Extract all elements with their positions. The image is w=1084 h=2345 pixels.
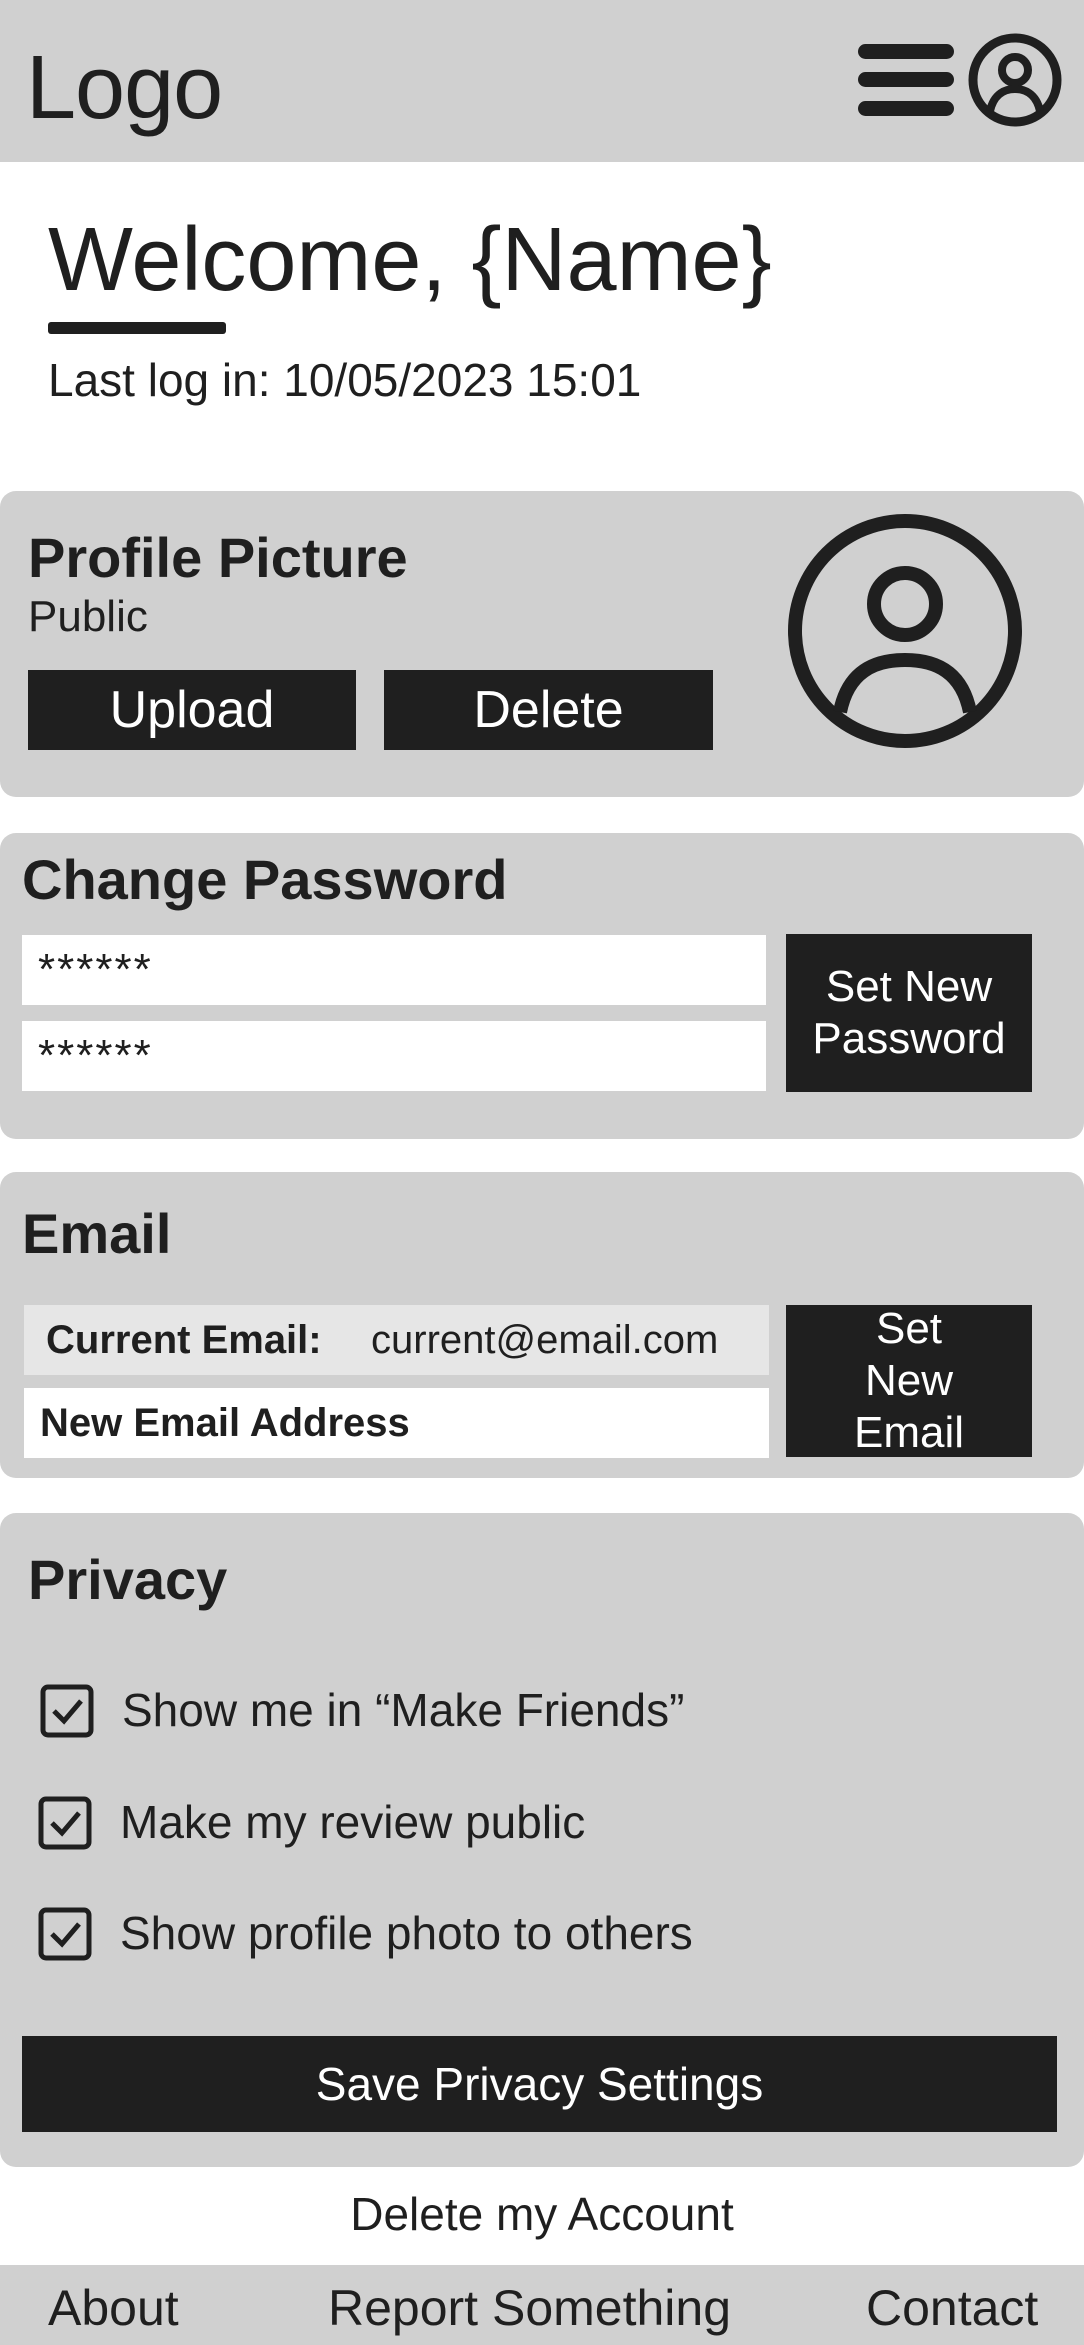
save-privacy-settings-button[interactable]: Save Privacy Settings [22, 2036, 1057, 2132]
delete-account-link[interactable]: Delete my Account [0, 2186, 1084, 2242]
footer-link-report[interactable]: Report Something [328, 2278, 731, 2338]
delete-picture-button[interactable]: Delete [384, 670, 713, 750]
privacy-option-label: Make my review public [120, 1796, 586, 1848]
set-new-email-button[interactable]: Set New Email [786, 1304, 1032, 1457]
confirm-password-field[interactable]: ****** [22, 1021, 766, 1091]
new-password-value: ****** [38, 945, 153, 994]
set-new-password-button[interactable]: Set New Password [786, 934, 1032, 1092]
new-email-input[interactable]: New Email Address [24, 1388, 769, 1458]
welcome-heading: Welcome, {Name} [48, 210, 772, 310]
privacy-option-label: Show profile photo to others [120, 1907, 693, 1959]
new-password-field[interactable]: ****** [22, 935, 766, 1005]
account-icon[interactable] [968, 33, 1062, 127]
current-email-value: current@email.com [371, 1318, 719, 1362]
heading-underline [48, 322, 226, 334]
footer-link-about[interactable]: About [48, 2278, 179, 2338]
menu-icon[interactable] [858, 44, 954, 116]
new-email-placeholder: New Email Address [40, 1401, 410, 1445]
last-login-text: Last log in: 10/05/2023 15:01 [48, 354, 642, 406]
profile-avatar-icon [786, 512, 1024, 750]
profile-picture-title: Profile Picture [28, 526, 408, 589]
current-email-label: Current Email: [46, 1318, 322, 1362]
upload-button[interactable]: Upload [28, 670, 356, 750]
checkbox-checked-icon[interactable] [40, 1684, 94, 1738]
logo[interactable]: Logo [26, 38, 223, 138]
checkbox-checked-icon[interactable] [38, 1796, 92, 1850]
change-password-title: Change Password [22, 848, 508, 911]
current-email-row: Current Email: current@email.com [24, 1305, 769, 1375]
privacy-title: Privacy [28, 1548, 228, 1611]
confirm-password-value: ****** [38, 1031, 153, 1080]
checkbox-checked-icon[interactable] [38, 1907, 92, 1961]
privacy-option-label: Show me in “Make Friends” [122, 1684, 685, 1736]
profile-visibility-text: Public [28, 592, 148, 641]
footer-link-contact[interactable]: Contact [866, 2278, 1038, 2338]
email-title: Email [22, 1202, 172, 1265]
